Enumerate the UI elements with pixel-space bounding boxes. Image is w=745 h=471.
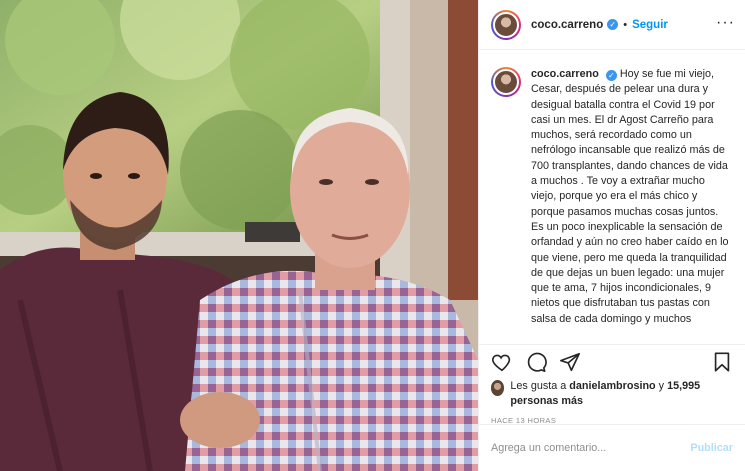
- separator-dot: •: [623, 18, 628, 31]
- caption-body: Hoy se fue mi viejo, Cesar, después de p…: [531, 68, 729, 325]
- post-photo[interactable]: [0, 0, 478, 471]
- heart-icon[interactable]: [491, 351, 513, 373]
- more-options-icon[interactable]: ···: [716, 15, 735, 31]
- liker-username[interactable]: danielambrosino: [569, 380, 655, 392]
- follow-button[interactable]: Seguir: [632, 19, 668, 31]
- comment-input[interactable]: [491, 442, 691, 454]
- post-header: coco.carreno ✓ • Seguir ···: [479, 0, 745, 50]
- likes-connector: y: [658, 380, 665, 392]
- action-bar: [479, 345, 745, 379]
- post-photo-image: [0, 0, 478, 471]
- post-actions-section: Les gusta a danielambrosino y 15,995 per…: [479, 344, 745, 425]
- post-timestamp[interactable]: HACE 13 HORAS: [479, 408, 745, 425]
- liker-avatar[interactable]: [491, 380, 505, 396]
- comment-bar: Publicar: [479, 424, 745, 471]
- caption-section: coco.carreno ✓ Hoy se fue mi viejo, Cesa…: [479, 51, 745, 344]
- likes-prefix: Les gusta a: [510, 380, 567, 392]
- author-username[interactable]: coco.carreno: [531, 19, 603, 31]
- caption-author-avatar[interactable]: [491, 67, 521, 97]
- verified-badge-icon: ✓: [607, 19, 619, 30]
- caption-username[interactable]: coco.carreno: [531, 68, 599, 80]
- likes-summary: Les gusta a danielambrosino y 15,995 per…: [479, 379, 745, 408]
- publish-button[interactable]: Publicar: [690, 442, 733, 454]
- bookmark-icon[interactable]: [711, 351, 733, 373]
- caption: coco.carreno ✓ Hoy se fue mi viejo, Cesa…: [531, 67, 733, 327]
- comment-icon[interactable]: [525, 351, 547, 373]
- share-icon[interactable]: [559, 351, 581, 373]
- caption-verified-badge-icon: ✓: [605, 70, 617, 81]
- author-avatar[interactable]: [491, 9, 521, 40]
- post-side-panel: coco.carreno ✓ • Seguir ··· coco.carreno…: [478, 0, 745, 471]
- likes-text: Les gusta a danielambrosino y 15,995 per…: [510, 379, 733, 408]
